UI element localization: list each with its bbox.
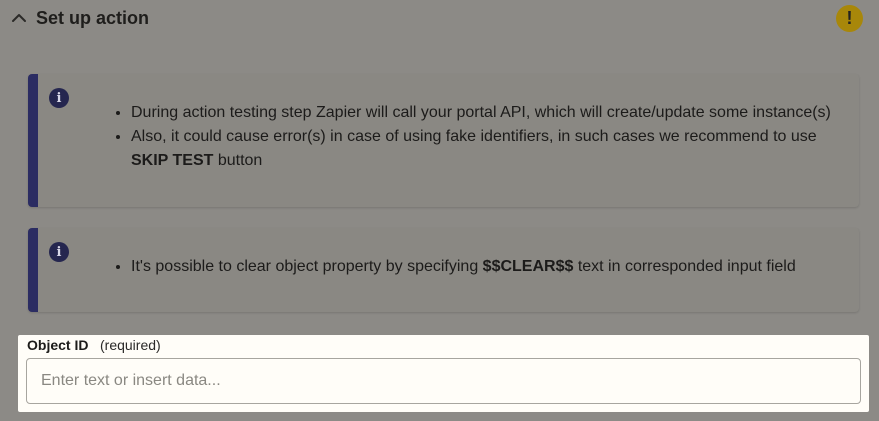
clear-token-emphasis: $$CLEAR$$ <box>482 258 574 275</box>
info-icon: i <box>49 88 69 108</box>
section-title: Set up action <box>36 8 150 28</box>
required-note: (required) <box>100 337 161 353</box>
warning-icon[interactable]: ! <box>836 5 863 32</box>
info-callout-clear: i It's possible to clear object property… <box>28 228 859 312</box>
object-id-input[interactable] <box>26 358 861 404</box>
section-header[interactable]: Set up action ! <box>0 0 879 38</box>
list-item: Also, it could cause error(s) in case of… <box>131 125 839 173</box>
callout-list: During action testing step Zapier will c… <box>121 101 839 173</box>
list-item: It's possible to clear object property b… <box>131 255 839 279</box>
info-callout-testing: i During action testing step Zapier will… <box>28 74 859 207</box>
info-icon: i <box>49 242 69 262</box>
skip-test-emphasis: SKIP TEST <box>131 152 214 169</box>
chevron-up-icon[interactable] <box>10 9 28 27</box>
object-id-field-group: Object ID (required) <box>18 335 869 412</box>
field-label: Object ID <box>27 337 89 353</box>
list-item: During action testing step Zapier will c… <box>131 101 839 125</box>
callout-list: It's possible to clear object property b… <box>121 255 839 279</box>
